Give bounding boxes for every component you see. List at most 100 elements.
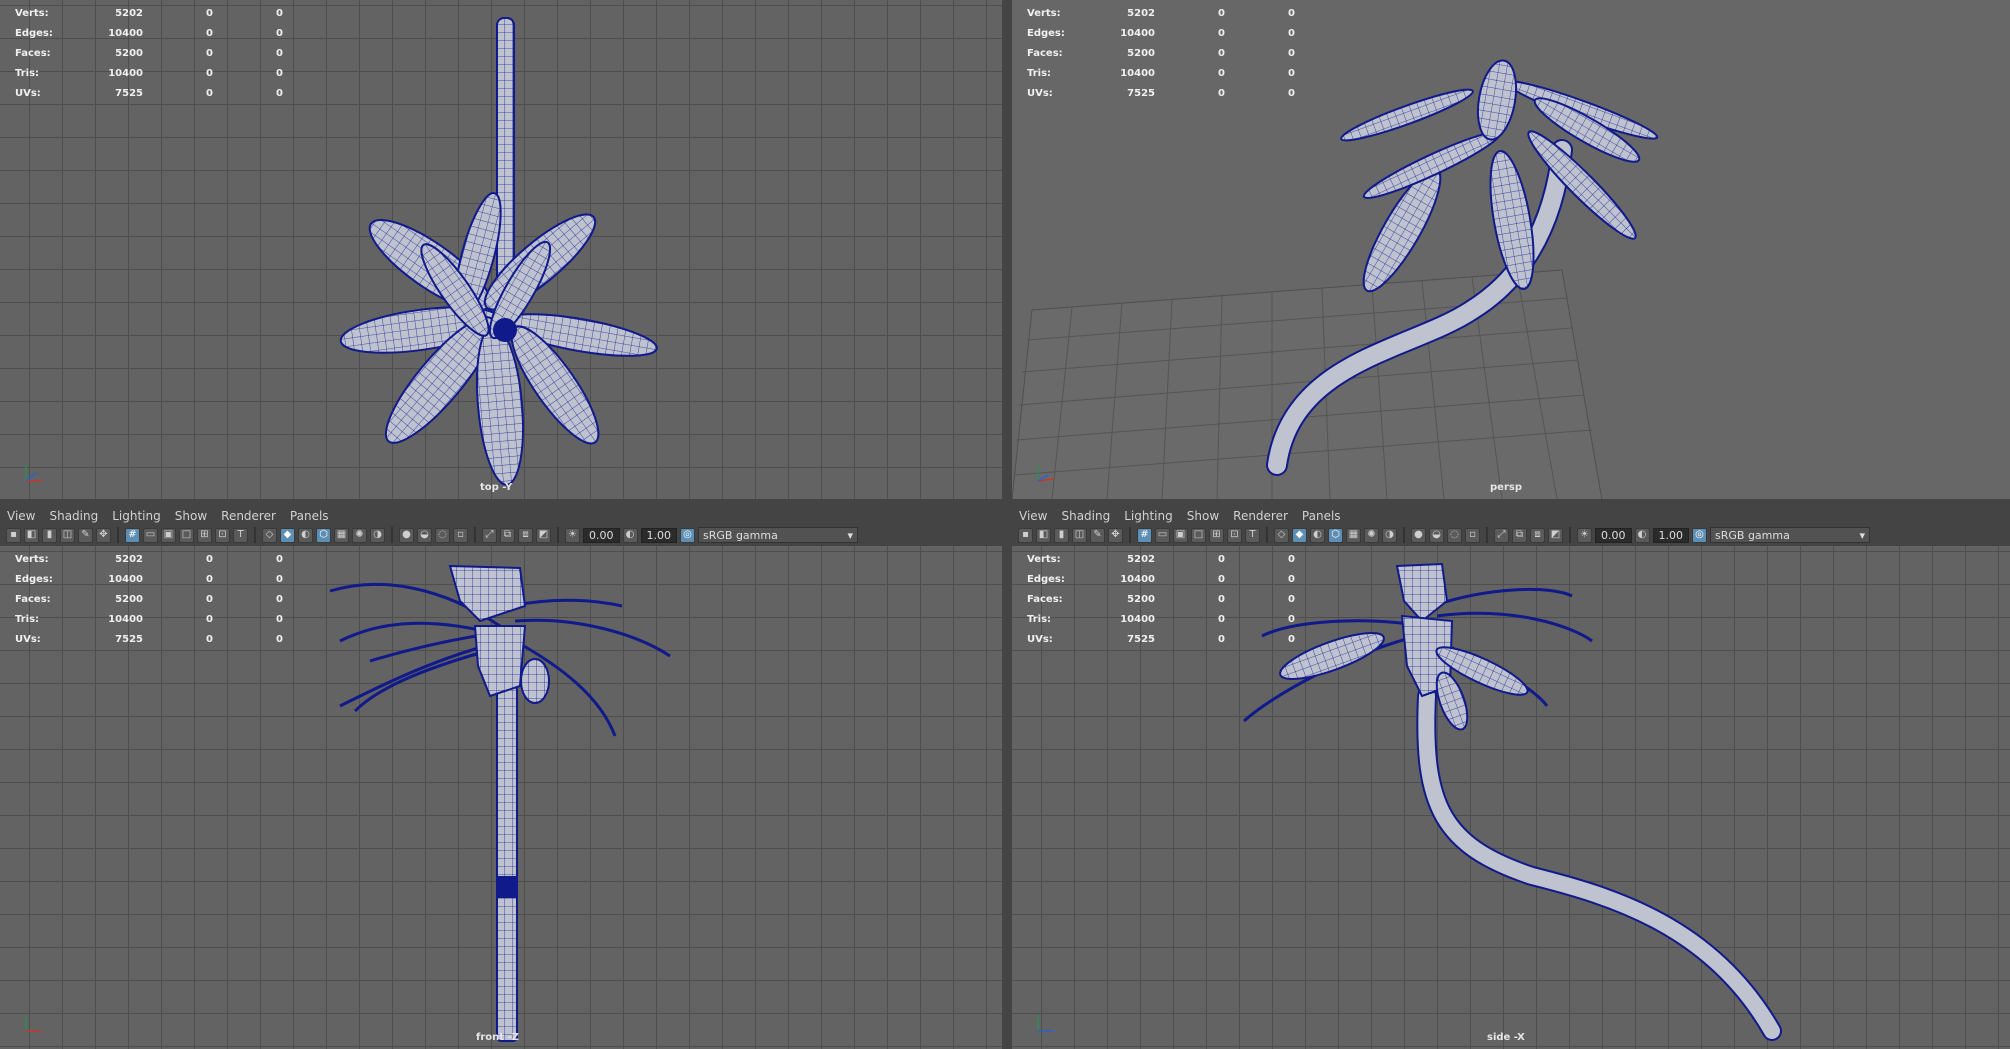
gamma-field[interactable]: 1.00 bbox=[640, 527, 677, 543]
flower-mesh-persp[interactable] bbox=[1012, 0, 2010, 499]
menu-lighting[interactable]: Lighting bbox=[105, 509, 168, 523]
menu-view[interactable]: View bbox=[1012, 509, 1054, 523]
gate-mask-icon[interactable]: □ bbox=[1191, 527, 1206, 543]
xray-components-icon[interactable]: ◩ bbox=[536, 527, 551, 543]
isolate-select-icon[interactable]: ⤢ bbox=[482, 527, 497, 543]
camera-attributes-icon[interactable]: ◧ bbox=[24, 527, 39, 543]
bookmark-icon[interactable]: ▮ bbox=[1054, 527, 1069, 543]
color-management-icon[interactable]: ◎ bbox=[1692, 527, 1707, 543]
flower-mesh-top[interactable] bbox=[0, 0, 1002, 499]
axis-gizmo-icon bbox=[1037, 1015, 1054, 1032]
select-camera-icon[interactable]: ▪ bbox=[6, 527, 21, 543]
grid-icon[interactable]: # bbox=[1137, 527, 1152, 543]
color-management-icon[interactable]: ◎ bbox=[680, 527, 695, 543]
lights-icon[interactable]: ✺ bbox=[1364, 527, 1379, 543]
two-d-pan-icon[interactable]: ✥ bbox=[96, 527, 111, 543]
viewport-front[interactable]: Verts: 5202 0 0 Edges: 10400 0 0 Faces: 5200 0 0 … bbox=[0, 546, 1002, 1049]
gamma-icon[interactable]: ◐ bbox=[1634, 527, 1650, 543]
safe-action-icon[interactable]: ⊡ bbox=[1227, 527, 1242, 543]
exposure-field[interactable]: 0.00 bbox=[1595, 527, 1632, 543]
ambient-occlusion-icon[interactable]: ● bbox=[399, 527, 414, 543]
panel-toolbar-front: ▪ ◧ ▮ ◫ ✎ ✥ # ▭ ▣ □ ⊞ ⊡ T ◇ ◆ ◐ ⬡ ▦ ✺ ◑ … bbox=[0, 524, 1002, 546]
exposure-icon[interactable]: ☀ bbox=[1577, 527, 1592, 543]
safe-action-icon[interactable]: ⊡ bbox=[215, 527, 230, 543]
camera-attributes-icon[interactable]: ◧ bbox=[1036, 527, 1051, 543]
exposure-field[interactable]: 0.00 bbox=[583, 527, 620, 543]
grease-pencil-icon[interactable]: ✎ bbox=[1090, 527, 1105, 543]
xray-joints-icon[interactable]: ⧈ bbox=[1530, 527, 1545, 543]
safe-title-icon[interactable]: T bbox=[1245, 527, 1260, 543]
shadows-icon[interactable]: ◑ bbox=[1382, 527, 1397, 543]
smooth-shade-icon[interactable]: ◆ bbox=[1292, 527, 1307, 543]
image-plane-icon[interactable]: ◫ bbox=[1072, 527, 1087, 543]
xray-joints-icon[interactable]: ⧈ bbox=[518, 527, 533, 543]
multisample-aa-icon[interactable]: ◌ bbox=[1447, 527, 1462, 543]
resolution-gate-icon[interactable]: ▣ bbox=[161, 527, 176, 543]
viewport-persp[interactable]: Verts: 5202 0 0 Edges: 10400 0 0 Faces: 5200 0 0 … bbox=[1012, 0, 2010, 499]
menu-show[interactable]: Show bbox=[168, 509, 214, 523]
ambient-occlusion-icon[interactable]: ● bbox=[1411, 527, 1426, 543]
wireframe-icon[interactable]: ◇ bbox=[262, 527, 277, 543]
menu-shading[interactable]: Shading bbox=[1054, 509, 1117, 523]
depth-of-field-icon[interactable]: ▫ bbox=[1465, 527, 1480, 543]
flower-mesh-front[interactable] bbox=[0, 546, 1002, 1049]
isolate-select-icon[interactable]: ⤢ bbox=[1494, 527, 1509, 543]
menu-panels[interactable]: Panels bbox=[1295, 509, 1348, 523]
default-material-icon[interactable]: ◐ bbox=[298, 527, 313, 543]
wireframe-icon[interactable]: ◇ bbox=[1274, 527, 1289, 543]
toolbar-separator bbox=[254, 527, 256, 543]
gate-mask-icon[interactable]: □ bbox=[179, 527, 194, 543]
viewport-divider-horizontal[interactable] bbox=[0, 499, 2010, 507]
exposure-icon[interactable]: ☀ bbox=[565, 527, 580, 543]
grid-icon[interactable]: # bbox=[125, 527, 140, 543]
menu-view[interactable]: View bbox=[0, 509, 42, 523]
grease-pencil-icon[interactable]: ✎ bbox=[78, 527, 93, 543]
xray-icon[interactable]: ⧉ bbox=[1512, 527, 1527, 543]
toolbar-separator bbox=[1569, 527, 1571, 543]
xray-icon[interactable]: ⧉ bbox=[500, 527, 515, 543]
film-gate-icon[interactable]: ▭ bbox=[1155, 527, 1170, 543]
gamma-icon[interactable]: ◐ bbox=[622, 527, 638, 543]
panel-menubar-side: View Shading Lighting Show Renderer Pane… bbox=[1012, 507, 2010, 524]
menu-shading[interactable]: Shading bbox=[42, 509, 105, 523]
axis-gizmo-icon bbox=[1037, 465, 1055, 482]
multisample-aa-icon[interactable]: ◌ bbox=[435, 527, 450, 543]
gamma-field[interactable]: 1.00 bbox=[1652, 527, 1689, 543]
camera-label-persp: persp bbox=[1490, 482, 1522, 493]
field-chart-icon[interactable]: ⊞ bbox=[197, 527, 212, 543]
motion-blur-icon[interactable]: ◒ bbox=[1429, 527, 1444, 543]
depth-of-field-icon[interactable]: ▫ bbox=[453, 527, 468, 543]
wireframe-on-shaded-icon[interactable]: ⬡ bbox=[1328, 527, 1343, 543]
resolution-gate-icon[interactable]: ▣ bbox=[1173, 527, 1188, 543]
view-transform-dropdown[interactable]: sRGB gamma ▾ bbox=[1710, 527, 1870, 543]
flower-mesh-side[interactable] bbox=[1012, 546, 2010, 1049]
menu-panels[interactable]: Panels bbox=[283, 509, 336, 523]
motion-blur-icon[interactable]: ◒ bbox=[417, 527, 432, 543]
bookmark-icon[interactable]: ▮ bbox=[42, 527, 57, 543]
menu-lighting[interactable]: Lighting bbox=[1117, 509, 1180, 523]
shadows-icon[interactable]: ◑ bbox=[370, 527, 385, 543]
safe-title-icon[interactable]: T bbox=[233, 527, 248, 543]
textured-icon[interactable]: ▦ bbox=[334, 527, 349, 543]
xray-components-icon[interactable]: ◩ bbox=[1548, 527, 1563, 543]
textured-icon[interactable]: ▦ bbox=[1346, 527, 1361, 543]
field-chart-icon[interactable]: ⊞ bbox=[1209, 527, 1224, 543]
image-plane-icon[interactable]: ◫ bbox=[60, 527, 75, 543]
menu-show[interactable]: Show bbox=[1180, 509, 1226, 523]
camera-label-side: side -X bbox=[1487, 1032, 1525, 1043]
default-material-icon[interactable]: ◐ bbox=[1310, 527, 1325, 543]
viewport-side[interactable]: Verts: 5202 0 0 Edges: 10400 0 0 Faces: 5200 0 0 … bbox=[1012, 546, 2010, 1049]
smooth-shade-icon[interactable]: ◆ bbox=[280, 527, 295, 543]
menu-renderer[interactable]: Renderer bbox=[214, 509, 283, 523]
wireframe-on-shaded-icon[interactable]: ⬡ bbox=[316, 527, 331, 543]
viewport-top[interactable]: Verts: 5202 0 0 Edges: 10400 0 0 Faces: 5200 0 0 … bbox=[0, 0, 1002, 499]
lights-icon[interactable]: ✺ bbox=[352, 527, 367, 543]
select-camera-icon[interactable]: ▪ bbox=[1018, 527, 1033, 543]
two-d-pan-icon[interactable]: ✥ bbox=[1108, 527, 1123, 543]
menu-renderer[interactable]: Renderer bbox=[1226, 509, 1295, 523]
film-gate-icon[interactable]: ▭ bbox=[143, 527, 158, 543]
viewport-divider-vertical[interactable] bbox=[1002, 0, 1012, 1049]
camera-label-front: front -Z bbox=[476, 1032, 519, 1043]
view-transform-dropdown[interactable]: sRGB gamma ▾ bbox=[698, 527, 858, 543]
toolbar-separator bbox=[1129, 527, 1131, 543]
